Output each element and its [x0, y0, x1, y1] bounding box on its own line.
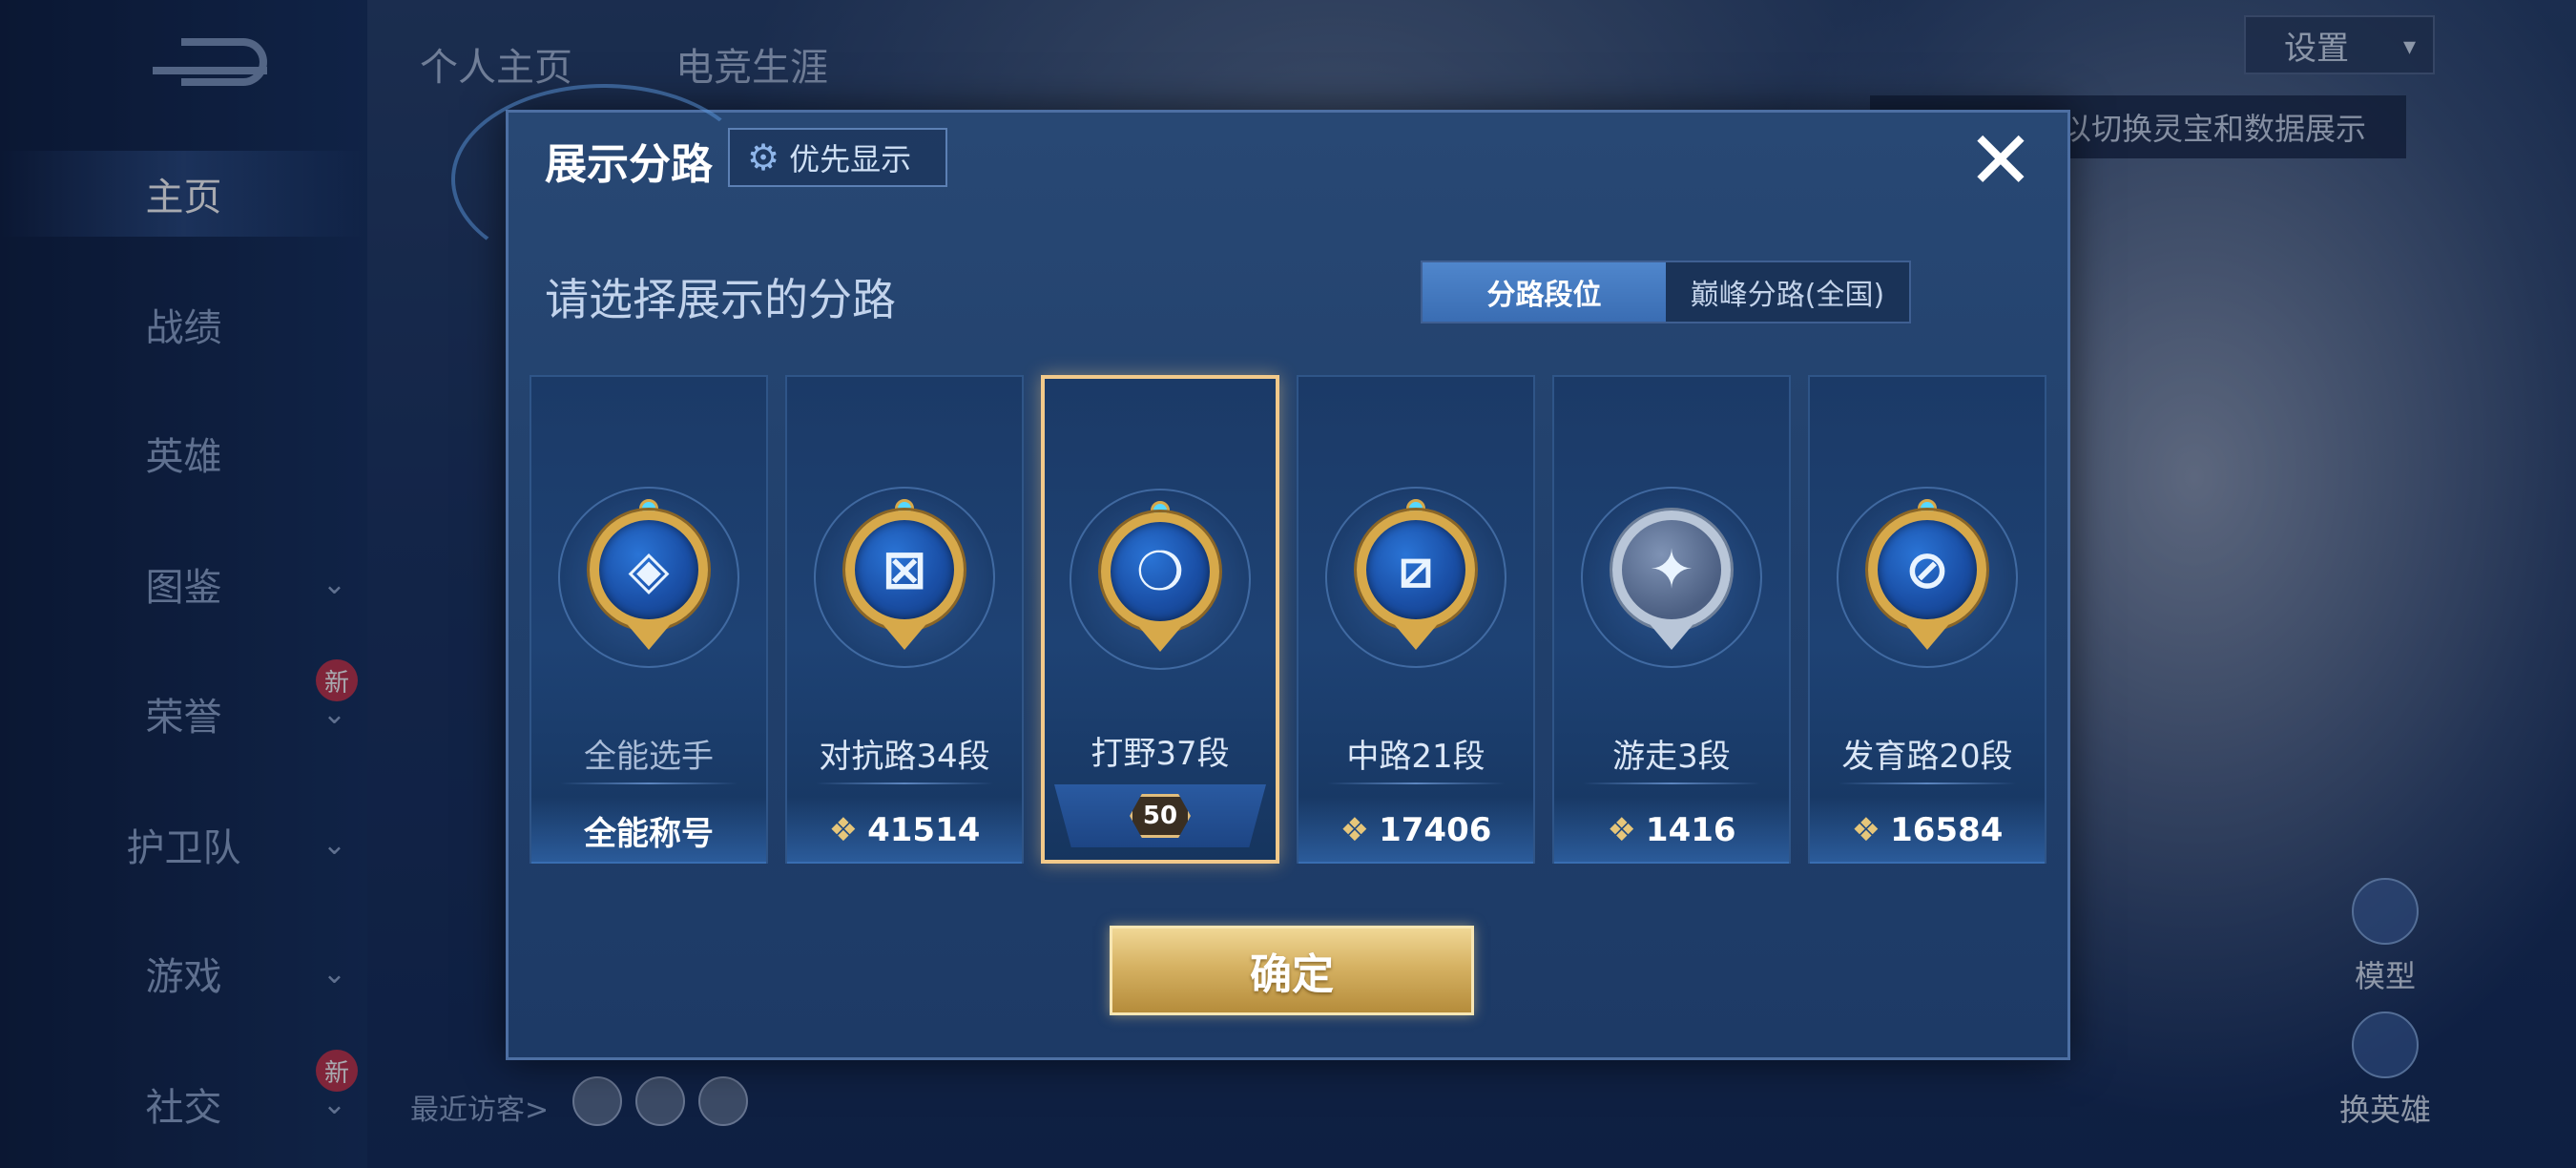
all-rounder-emblem-icon: ◈ [590, 511, 708, 629]
lane-power-icon: ❖ [828, 811, 859, 849]
lane-display-dialog: 展示分路 ⚙ 优先显示 ✕ 请选择展示的分路 分路段位 巅峰分路(全国) ◈ 全… [451, 84, 2070, 1060]
level-badge: 50 [1130, 794, 1191, 838]
lane-power-icon: ❖ [1607, 811, 1636, 849]
lane-card-clash[interactable]: ⊠ 对抗路34段 ❖ 41514 [785, 375, 1024, 864]
lane-card-mid[interactable]: ⧄ 中路21段 ❖ 17406 [1297, 375, 1535, 864]
confirm-button[interactable]: 确定 [1110, 926, 1474, 1015]
lane-name: 对抗路34段 [819, 738, 990, 776]
gear-icon: ⚙ [747, 136, 780, 178]
clash-lane-emblem-icon: ⊠ [845, 511, 964, 629]
lane-name: 发育路20段 [1841, 738, 2013, 776]
tab-lane-rank[interactable]: 分路段位 [1423, 262, 1666, 322]
emblem-tip [628, 625, 670, 650]
divider [816, 782, 993, 784]
lane-power-icon: ❖ [1851, 811, 1881, 849]
lane-name: 游走3段 [1612, 738, 1731, 776]
title-row: 全能称号 [531, 797, 766, 864]
tab-peak-lane-national[interactable]: 巅峰分路(全国) [1666, 262, 1909, 322]
lane-card-all-rounder[interactable]: ◈ 全能选手 全能称号 [530, 375, 768, 864]
lane-power-icon: ❖ [1340, 811, 1370, 849]
score-row: ❖ 17406 [1298, 797, 1533, 864]
dialog-subtitle: 请选择展示的分路 [545, 274, 896, 325]
divider [1327, 782, 1505, 784]
lane-name: 中路21段 [1346, 738, 1485, 776]
priority-display-button[interactable]: ⚙ 优先显示 [728, 128, 947, 187]
emblem-tip [1395, 625, 1437, 650]
roam-emblem-icon: ✦ [1612, 511, 1731, 629]
lane-card-farm[interactable]: ⊘ 发育路20段 ❖ 16584 [1808, 375, 2046, 864]
lane-card-list: ◈ 全能选手 全能称号 ⊠ 对抗路34段 ❖41514 ❍ 打野37段 50 [530, 375, 2056, 864]
dialog-title: 展示分路 [545, 140, 713, 189]
close-button[interactable]: ✕ [1963, 120, 2039, 200]
close-icon: ✕ [1966, 114, 2035, 207]
lane-mode-switch: 分路段位 巅峰分路(全国) [1421, 261, 1911, 323]
lane-card-roam[interactable]: ✦ 游走3段 ❖ 1416 [1552, 375, 1791, 864]
lane-card-jungle[interactable]: ❍ 打野37段 50 [1041, 375, 1279, 864]
mid-lane-emblem-icon: ⧄ [1357, 511, 1475, 629]
farm-lane-emblem-icon: ⊘ [1868, 511, 1986, 629]
score-row: ❖ 1416 [1554, 797, 1789, 864]
score-row: ❖ 16584 [1810, 797, 2045, 864]
divider [1583, 782, 1760, 784]
jungle-emblem-icon: ❍ [1101, 512, 1219, 631]
divider [1839, 782, 2016, 784]
level-banner: 50 [1054, 784, 1266, 847]
emblem-tip [1139, 627, 1181, 652]
score-row: ❖ 41514 [787, 797, 1022, 864]
emblem-tip [883, 625, 925, 650]
lane-name: 全能选手 [584, 738, 714, 776]
divider [560, 782, 737, 784]
emblem-tip [1651, 625, 1693, 650]
emblem-tip [1906, 625, 1948, 650]
lane-name: 打野37段 [1091, 735, 1230, 773]
